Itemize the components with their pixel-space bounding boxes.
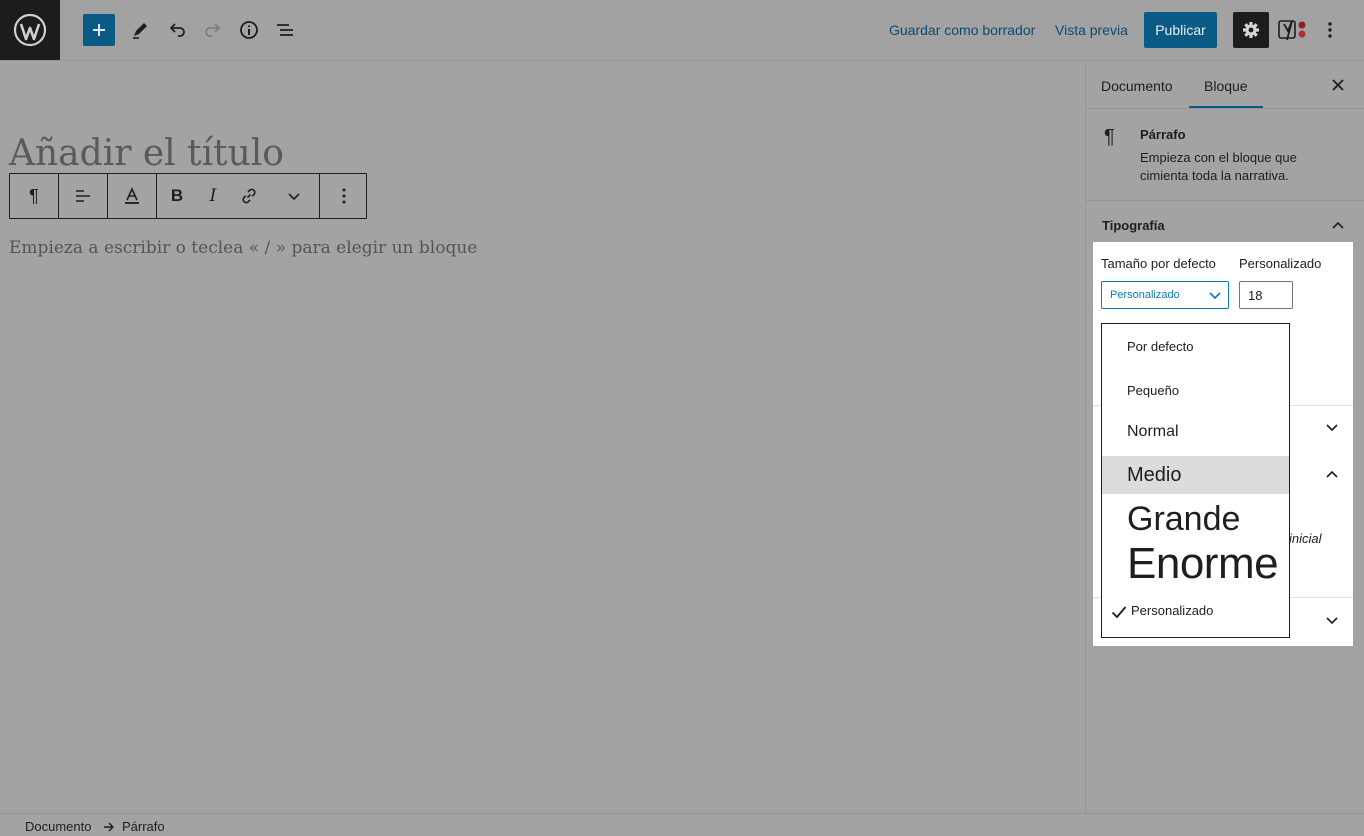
yoast-icon <box>1278 20 1306 41</box>
block-card-title: Párrafo <box>1140 127 1186 142</box>
options-group <box>320 174 368 218</box>
post-title-input[interactable]: Añadir el título <box>9 133 284 174</box>
paragraph-block-button[interactable]: ¶ <box>10 174 58 218</box>
tabs-divider <box>1086 108 1364 109</box>
italic-button[interactable]: I <box>197 174 229 218</box>
add-block-button[interactable] <box>83 14 115 46</box>
close-icon <box>1332 79 1344 91</box>
font-size-option-enorme[interactable]: Enorme <box>1102 538 1289 590</box>
font-size-select-value: Personalizado <box>1110 289 1180 301</box>
font-size-option-medio[interactable]: Medio <box>1102 456 1289 494</box>
paragraph-icon: ¶ <box>1104 126 1115 148</box>
block-options-button[interactable] <box>320 174 368 218</box>
close-sidebar-button[interactable] <box>1326 73 1350 97</box>
align-left-icon <box>76 190 90 202</box>
publish-button[interactable]: Publicar <box>1144 12 1217 48</box>
block-card-description: Empieza con el bloque que cimienta toda … <box>1140 150 1297 183</box>
info-icon <box>240 21 258 39</box>
block-type-group: ¶ <box>10 174 59 218</box>
wordpress-logo-icon[interactable] <box>0 0 60 60</box>
chevron-down-icon <box>288 193 300 201</box>
text-color-button[interactable] <box>108 174 156 218</box>
redo-icon <box>205 23 221 37</box>
default-size-label: Tamaño por defecto <box>1101 256 1216 271</box>
italic-icon: I <box>209 186 217 206</box>
editor-header: Guardar como borrador Vista previa Publi… <box>0 0 1364 61</box>
bold-icon: B <box>170 186 184 205</box>
more-rich-text-button[interactable] <box>269 174 319 218</box>
custom-font-size-input[interactable] <box>1239 281 1293 309</box>
drop-cap-help-text: inicial <box>1289 531 1322 546</box>
font-size-option-grande[interactable]: Grande <box>1102 498 1289 540</box>
save-draft-button[interactable]: Guardar como borrador <box>889 22 1035 38</box>
font-size-option-normal[interactable]: Normal <box>1102 420 1289 444</box>
undo-icon <box>169 23 185 37</box>
bold-button[interactable]: B <box>157 174 197 218</box>
list-view-button[interactable] <box>269 14 301 46</box>
more-vertical-icon <box>342 188 346 204</box>
plus-icon <box>93 24 105 36</box>
more-options-button[interactable] <box>1318 14 1342 46</box>
breadcrumb: Documento Párrafo <box>0 813 1364 836</box>
link-icon <box>242 188 256 204</box>
yoast-seo-button[interactable] <box>1276 14 1310 46</box>
preview-button[interactable]: Vista previa <box>1055 22 1128 38</box>
align-group <box>59 174 108 218</box>
tab-bloque[interactable]: Bloque <box>1204 78 1248 94</box>
more-vertical-icon <box>1328 22 1332 38</box>
text-color-group <box>108 174 157 218</box>
custom-size-label: Personalizado <box>1239 256 1322 271</box>
font-size-option-por-defecto[interactable]: Por defecto <box>1102 336 1289 358</box>
font-size-option-personalizado[interactable]: Personalizado <box>1102 600 1289 622</box>
list-view-icon <box>277 24 293 36</box>
chevron-up-icon[interactable] <box>1325 467 1339 481</box>
link-button[interactable] <box>229 174 269 218</box>
settings-button[interactable] <box>1233 12 1269 48</box>
chevron-up-icon <box>1332 221 1344 229</box>
breadcrumb-item-documento[interactable]: Documento <box>25 819 91 834</box>
pencil-icon <box>133 23 147 39</box>
undo-button[interactable] <box>161 14 193 46</box>
typography-toggle[interactable] <box>1326 213 1350 237</box>
text-color-icon <box>125 187 139 204</box>
font-size-dropdown: Por defecto Pequeño Normal Medio Grande … <box>1101 323 1290 638</box>
font-size-select[interactable]: Personalizado <box>1101 281 1229 309</box>
align-button[interactable] <box>59 174 107 218</box>
tools-button[interactable] <box>124 14 156 46</box>
tab-documento[interactable]: Documento <box>1101 78 1173 94</box>
redo-button[interactable] <box>197 14 229 46</box>
block-toolbar: ¶ B I <box>9 173 367 219</box>
details-button[interactable] <box>233 14 265 46</box>
breadcrumb-item-parrafo[interactable]: Párrafo <box>122 819 165 834</box>
gear-icon <box>1243 22 1259 38</box>
panel-divider <box>1086 200 1364 201</box>
font-size-option-pequeno[interactable]: Pequeño <box>1102 380 1289 402</box>
typography-panel-title[interactable]: Tipografía <box>1102 218 1165 233</box>
chevron-down-icon[interactable] <box>1325 613 1339 627</box>
chevron-down-icon[interactable] <box>1325 420 1339 434</box>
format-group: B I <box>157 174 320 218</box>
paragraph-icon: ¶ <box>29 185 39 206</box>
arrow-right-icon <box>104 822 114 832</box>
paragraph-placeholder[interactable]: Empieza a escribir o teclea « / » para e… <box>9 238 477 258</box>
chevron-down-icon <box>1209 292 1221 300</box>
